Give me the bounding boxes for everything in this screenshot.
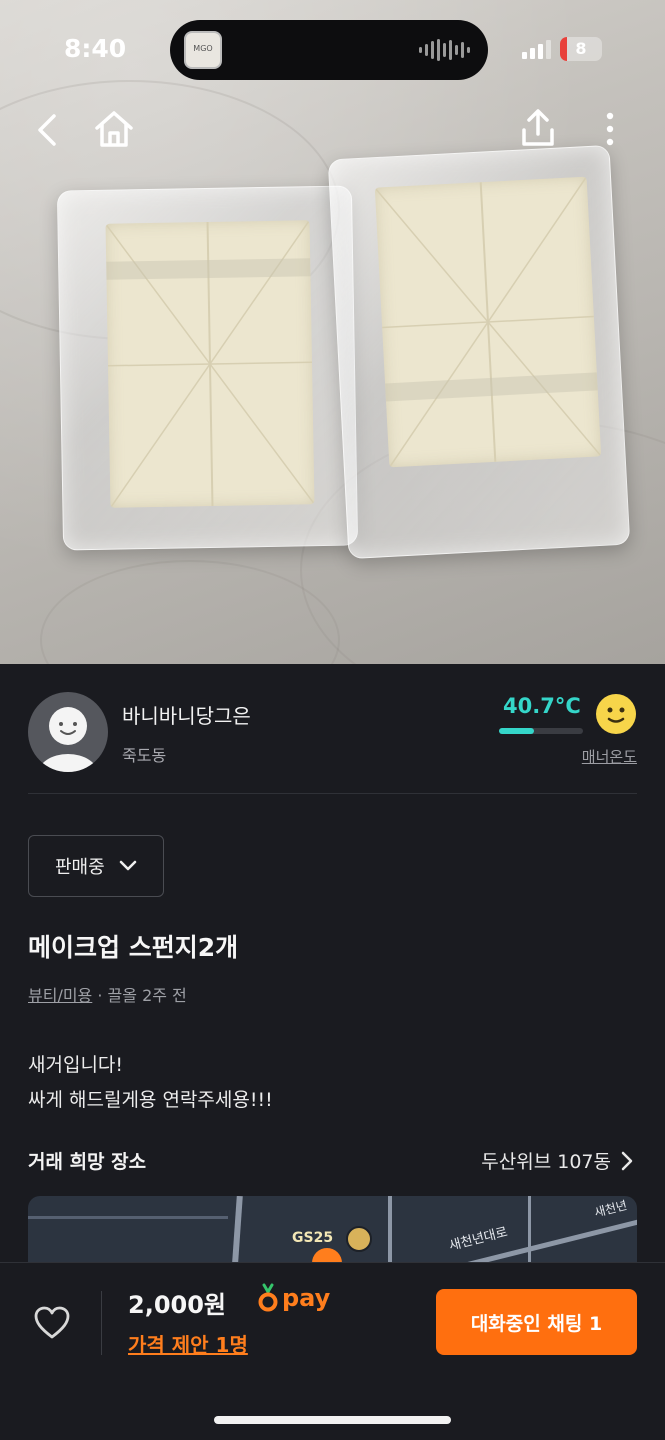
seller-avatar[interactable] bbox=[28, 692, 108, 772]
seller-location: 죽도동 bbox=[122, 746, 167, 765]
sale-status-dropdown[interactable]: 판매중 bbox=[28, 835, 164, 897]
island-thumb-text: MGO bbox=[193, 44, 213, 53]
sale-status-label: 판매중 bbox=[55, 857, 105, 878]
product-photo[interactable]: 8:40 MGO 8 bbox=[0, 0, 665, 664]
status-bar: 8:40 MGO 8 bbox=[0, 0, 665, 100]
battery-level: 8 bbox=[575, 39, 587, 58]
price-offer-link[interactable]: 가격 제안 1명 bbox=[128, 1329, 248, 1358]
sponge-cut-lines bbox=[105, 220, 315, 508]
signal-icon bbox=[522, 40, 551, 59]
manner-temperature-link[interactable]: 매너온도 bbox=[582, 746, 637, 767]
profile-placeholder-icon bbox=[38, 707, 98, 772]
chevron-down-icon bbox=[119, 860, 136, 871]
price: 2,000원 bbox=[128, 1291, 226, 1319]
sponge-cut-lines bbox=[374, 176, 602, 468]
meeting-place-label: 거래 희망 장소 bbox=[28, 1151, 147, 1173]
temperature-bar-fill bbox=[499, 728, 534, 734]
carrot-pay-icon bbox=[258, 1283, 278, 1312]
more-button[interactable] bbox=[600, 110, 620, 154]
photo-texture bbox=[40, 560, 340, 664]
battery-icon: 8 bbox=[560, 37, 602, 61]
now-playing-thumbnail: MGO bbox=[184, 31, 222, 69]
back-button[interactable] bbox=[30, 110, 64, 154]
map-street-label: 새천년대로 bbox=[447, 1224, 510, 1254]
description-line: 새거입니다! bbox=[28, 1054, 124, 1076]
meeting-place-value: 두산위브 107동 bbox=[481, 1151, 611, 1173]
home-indicator[interactable] bbox=[214, 1416, 451, 1424]
chat-button[interactable]: 대화중인 채팅 1 bbox=[436, 1289, 637, 1355]
dynamic-island: MGO bbox=[170, 20, 488, 80]
more-vertical-icon bbox=[606, 112, 614, 146]
heart-icon bbox=[34, 1306, 70, 1339]
bottom-action-bar: 2,000원 pay 가격 제안 1명 대화중인 채팅 1 bbox=[0, 1262, 665, 1440]
home-icon bbox=[95, 111, 133, 147]
smiley-face-icon bbox=[596, 694, 636, 734]
sponge bbox=[105, 220, 315, 508]
divider bbox=[28, 793, 637, 794]
store-icon bbox=[346, 1226, 372, 1252]
home-button[interactable] bbox=[92, 108, 136, 154]
share-button[interactable] bbox=[516, 106, 560, 154]
description-line: 싸게 해드릴게용 연락주세용!!! bbox=[28, 1089, 273, 1111]
category-link[interactable]: 뷰티/미용 bbox=[28, 986, 92, 1005]
chevron-left-icon bbox=[38, 114, 56, 146]
divider bbox=[101, 1291, 102, 1355]
listing-content: 바니바니당그은 죽도동 40.7°C 매너온도 판매중 메이크업 스펀지2개 뷰… bbox=[0, 664, 665, 1276]
chevron-right-icon bbox=[621, 1151, 633, 1170]
audio-wave-icon bbox=[419, 39, 470, 61]
pay-label: pay bbox=[282, 1284, 331, 1312]
listing-title: 메이크업 스펀지2개 bbox=[28, 933, 239, 962]
listing-meta: 뷰티/미용 · 끌올 2주 전 bbox=[28, 982, 187, 1006]
status-time: 8:40 bbox=[64, 34, 127, 63]
manner-temperature: 40.7°C bbox=[503, 694, 581, 718]
temperature-bar bbox=[499, 728, 583, 734]
sponge bbox=[374, 176, 602, 468]
map-road bbox=[28, 1216, 228, 1219]
map-street-label: 새천년 bbox=[592, 1198, 629, 1220]
meeting-place-link[interactable]: 두산위브 107동 bbox=[481, 1147, 633, 1174]
seller-name[interactable]: 바니바니당그은 bbox=[122, 700, 251, 729]
like-button[interactable] bbox=[32, 1303, 72, 1343]
map-poi-label: GS25 bbox=[292, 1230, 334, 1246]
bump-time: · 끌올 2주 전 bbox=[92, 986, 187, 1005]
listing-description: 새거입니다! 싸게 해드릴게용 연락주세용!!! bbox=[28, 1048, 273, 1118]
share-icon bbox=[522, 109, 554, 146]
karrot-pay-badge: pay bbox=[258, 1283, 330, 1313]
